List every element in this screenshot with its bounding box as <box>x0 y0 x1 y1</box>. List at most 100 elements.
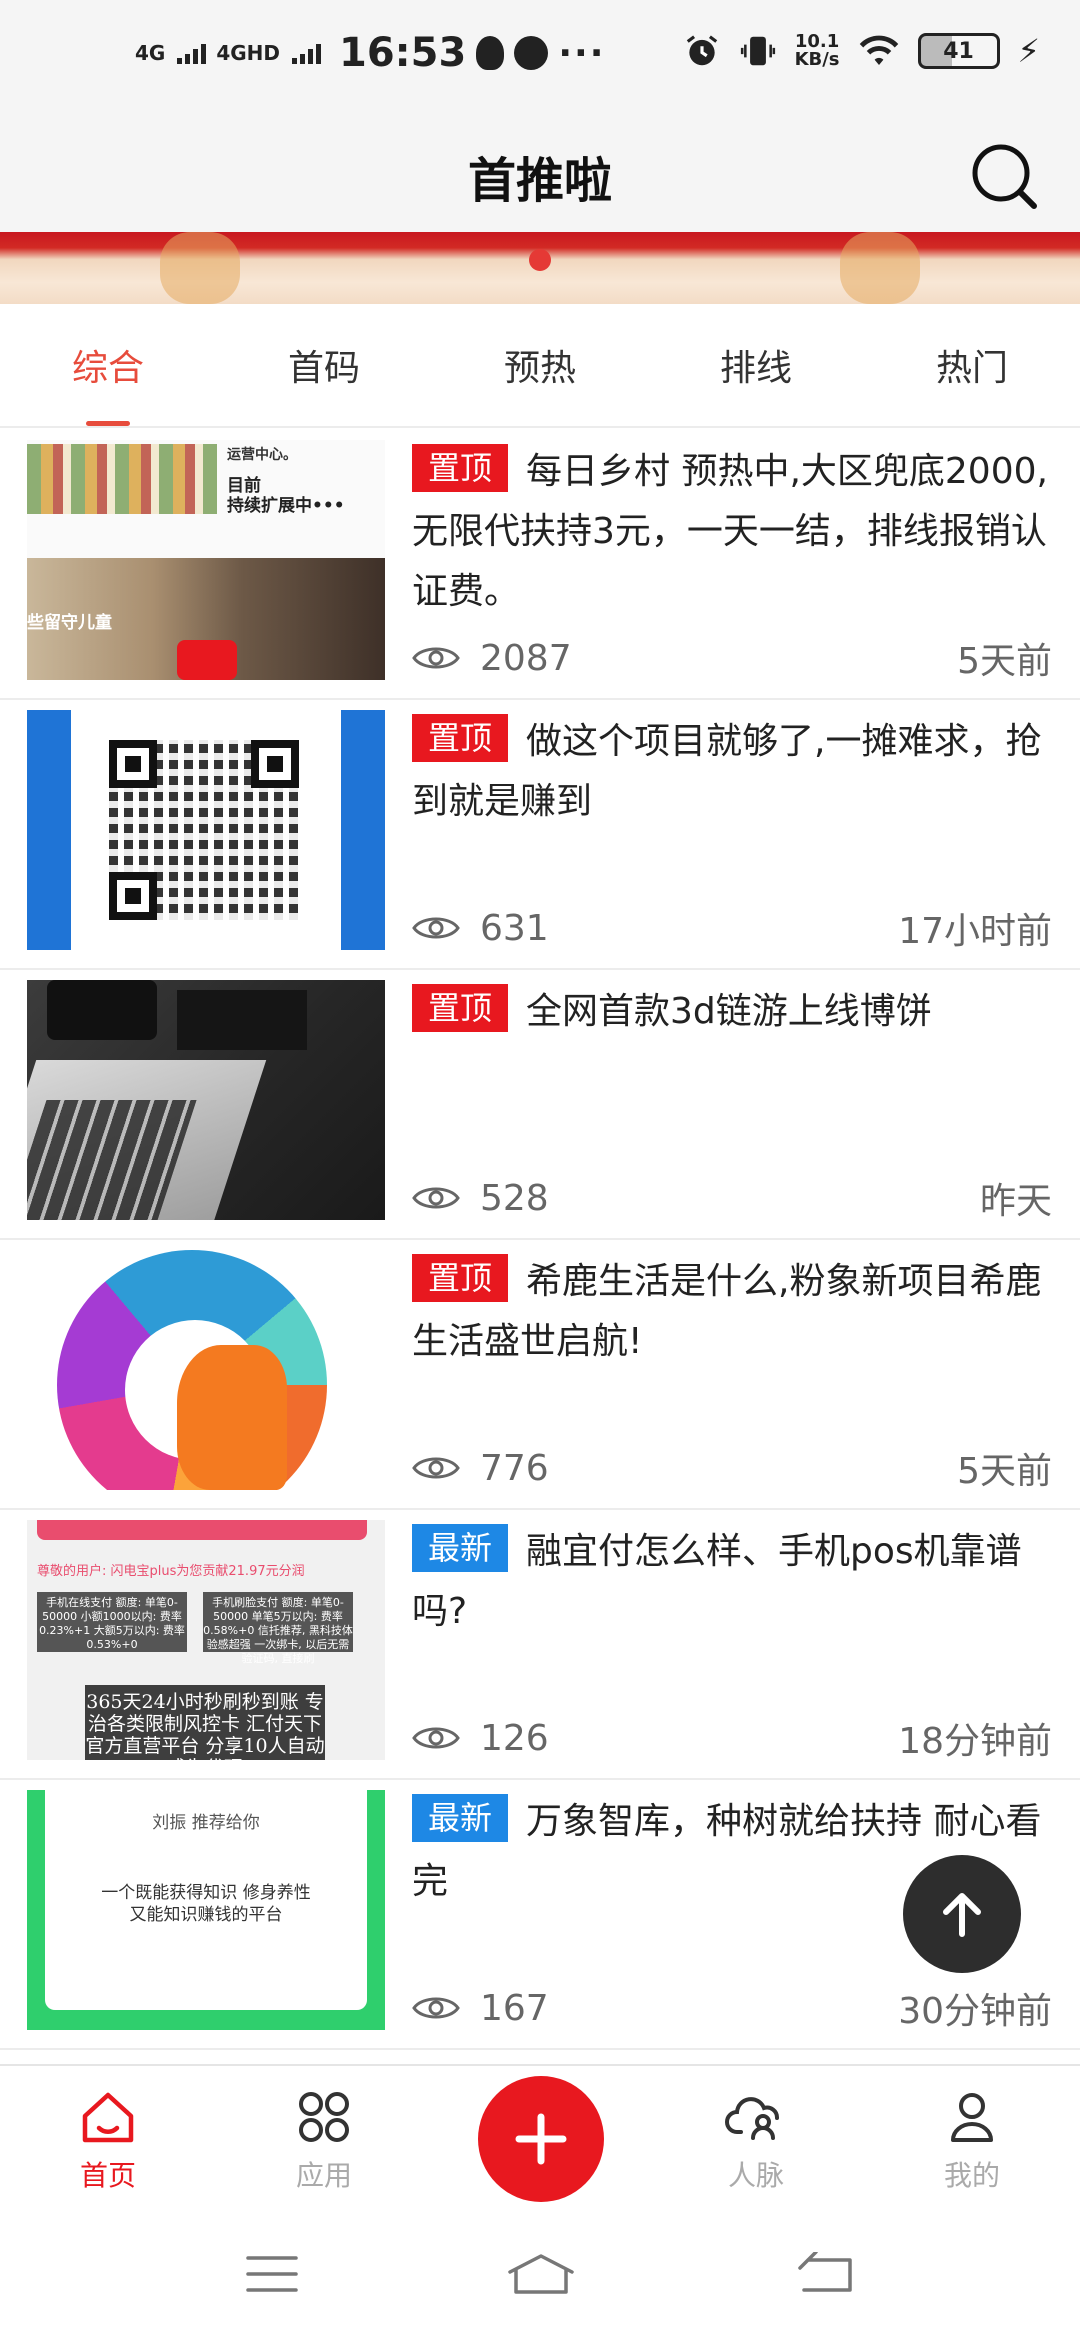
qq-icon <box>476 36 505 70</box>
view-count: 126 <box>480 1717 549 1759</box>
eye-icon <box>412 1187 460 1209</box>
item-meta: 776 5天前 <box>412 1438 1052 1498</box>
eye-icon <box>412 1997 460 2019</box>
item-meta: 631 17小时前 <box>412 898 1052 958</box>
thumb-text: 目前 持续扩展中••• <box>227 476 345 516</box>
tab-zonghe[interactable]: 综合 <box>0 304 216 426</box>
post-time: 5天前 <box>957 1451 1052 1492</box>
item-title-block: 置顶 全网首款3d链游上线博饼 <box>412 982 1052 1042</box>
nav-label: 应用 <box>295 2159 352 2192</box>
list-item[interactable]: 置顶 全网首款3d链游上线博饼 528 昨天 <box>0 970 1080 1240</box>
home-icon <box>82 2092 134 2143</box>
page-title: 首推啦 <box>467 153 612 209</box>
publish-button[interactable] <box>478 2076 604 2202</box>
thumb-text: 运营中心。 <box>227 447 297 463</box>
status-right: 10.1 KB/s 41 ⚡ <box>683 32 1040 70</box>
item-thumbnail: 尊敬的用户: 闪电宝plus为您贡献21.97元分润 手机在线支付 额度: 单笔… <box>27 1520 385 1760</box>
item-title: 全网首款3d链游上线博饼 <box>526 991 932 1032</box>
pinned-badge: 置顶 <box>412 444 509 492</box>
list-item[interactable]: 置顶 做这个项目就够了,一摊难求，抢到就是赚到 631 17小时前 <box>0 700 1080 970</box>
back-icon[interactable] <box>796 2252 856 2296</box>
charging-icon: ⚡ <box>1017 32 1040 70</box>
camera-photo <box>47 980 157 1040</box>
thumb-card: 刘振 推荐给你 一个既能获得知识 修身养性 又能知识赚钱的平台 <box>45 1790 367 2010</box>
nav-contacts[interactable]: 人脉 <box>648 2066 864 2204</box>
tab-label: 首码 <box>287 348 360 389</box>
vibrate-icon <box>740 36 775 66</box>
tab-paixian[interactable]: 排线 <box>648 304 864 426</box>
thumb-red-tag <box>177 640 237 680</box>
thumb-text-line: 又能知识赚钱的平台 <box>129 1905 283 1925</box>
article-list: 运营中心。 目前 持续扩展中••• 些留守儿童 置顶 每日乡村 预热中,大区兜底20… <box>0 430 1080 2050</box>
home-nav-icon[interactable] <box>506 2252 576 2296</box>
top-banner[interactable] <box>0 232 1080 304</box>
item-meta: 528 昨天 <box>412 1168 1052 1228</box>
network-speed-unit: KB/s <box>794 49 840 70</box>
contacts-cloud-icon <box>725 2097 779 2140</box>
item-content: 最新 融宜付怎么样、手机pos机靠谱吗? 126 18分钟前 <box>412 1522 1052 1768</box>
signal-bars-icon <box>292 42 322 64</box>
list-item[interactable]: 置顶 希鹿生活是什么,粉象新项目希鹿生活盛世启航! 776 5天前 <box>0 1240 1080 1510</box>
list-item[interactable]: 运营中心。 目前 持续扩展中••• 些留守儿童 置顶 每日乡村 预热中,大区兜底20… <box>0 430 1080 700</box>
item-content: 置顶 希鹿生活是什么,粉象新项目希鹿生活盛世启航! 776 5天前 <box>412 1252 1052 1498</box>
item-thumbnail <box>27 1250 385 1490</box>
item-thumbnail: 运营中心。 目前 持续扩展中••• 些留守儿童 <box>27 440 385 680</box>
thumb-text-line: 一个既能获得知识 修身养性 <box>101 1883 311 1903</box>
pinned-badge: 置顶 <box>412 984 509 1032</box>
menu-icon[interactable] <box>246 2252 298 2296</box>
eye-icon <box>412 917 460 939</box>
status-bar: 4G 4GHD 16:53 ··· 10.1 KB/s 41 ⚡ <box>0 0 1080 120</box>
banner-indicator-dot <box>529 249 551 271</box>
system-nav-bar <box>0 2204 1080 2340</box>
thumb-text: 些留守儿童 <box>27 613 112 633</box>
scroll-to-top-button[interactable] <box>903 1855 1021 1973</box>
tiger-illustration <box>840 232 920 304</box>
item-thumbnail: 刘振 推荐给你 一个既能获得知识 修身养性 又能知识赚钱的平台 <box>27 1790 385 2030</box>
nav-apps[interactable]: 应用 <box>216 2066 432 2204</box>
thumb-box: 手机刷脸支付 额度: 单笔0-50000 单笔5万以内: 费率0.58%+0 信… <box>203 1592 353 1665</box>
user-icon <box>951 2093 993 2142</box>
tab-label: 综合 <box>71 348 144 389</box>
thumb-text: 刘振 推荐给你 <box>152 1813 260 1833</box>
item-title-block: 置顶 每日乡村 预热中,大区兜底2000,无限代扶持3元，一天一结，排线报销认证费… <box>412 442 1052 622</box>
alarm-icon <box>686 35 717 66</box>
post-time: 30分钟前 <box>898 1991 1052 2032</box>
category-tabs: 综合 首码 预热 排线 热门 <box>0 304 1080 428</box>
nav-me[interactable]: 我的 <box>864 2066 1080 2204</box>
post-time: 5天前 <box>957 641 1052 682</box>
pinned-badge: 置顶 <box>412 1254 509 1302</box>
thumb-overlay-text: 365天24小时秒刷秒到账 专治各类限制风控卡 汇付天下官方直营平台 分享10人… <box>85 1685 325 1760</box>
pinned-badge: 置顶 <box>412 714 509 762</box>
plus-icon <box>515 2113 567 2165</box>
signal-label-2: 4GHD <box>216 41 281 65</box>
item-title-block: 最新 融宜付怎么样、手机pos机靠谱吗? <box>412 1522 1052 1642</box>
notebook-photo <box>177 990 307 1050</box>
list-item[interactable]: 尊敬的用户: 闪电宝plus为您贡献21.97元分润 手机在线支付 额度: 单笔… <box>0 1510 1080 1780</box>
tab-shouma[interactable]: 首码 <box>216 304 432 426</box>
view-count: 631 <box>480 907 549 949</box>
item-meta: 167 30分钟前 <box>412 1978 1052 2038</box>
nav-label: 我的 <box>943 2159 1000 2192</box>
clock: 16:53 <box>339 30 467 76</box>
nav-home[interactable]: 首页 <box>0 2066 216 2204</box>
search-icon <box>972 144 1037 209</box>
item-thumbnail <box>27 710 385 950</box>
status-left: 4G 4GHD 16:53 ··· <box>135 30 605 76</box>
battery-indicator: 41 <box>917 33 1000 69</box>
thumb-header-bar <box>37 1520 367 1540</box>
tab-remen[interactable]: 热门 <box>864 304 1080 426</box>
search-button[interactable] <box>968 140 1040 212</box>
deer-logo-figure <box>177 1345 287 1490</box>
network-speed: 10.1 KB/s <box>795 33 840 69</box>
app-header: 首推啦 <box>0 120 1080 232</box>
eye-icon <box>412 1457 460 1479</box>
app-notification-icon <box>514 36 549 70</box>
thumb-box: 手机在线支付 额度: 单笔0-50000 小额1000以内: 费率0.23%+1… <box>37 1592 187 1652</box>
tiger-illustration <box>160 232 240 304</box>
qr-finder <box>109 872 157 920</box>
post-time: 18分钟前 <box>898 1721 1052 1762</box>
item-meta: 126 18分钟前 <box>412 1708 1052 1768</box>
signal-bars-icon <box>177 42 207 64</box>
tab-yure[interactable]: 预热 <box>432 304 648 426</box>
item-meta: 2087 5天前 <box>412 628 1052 688</box>
